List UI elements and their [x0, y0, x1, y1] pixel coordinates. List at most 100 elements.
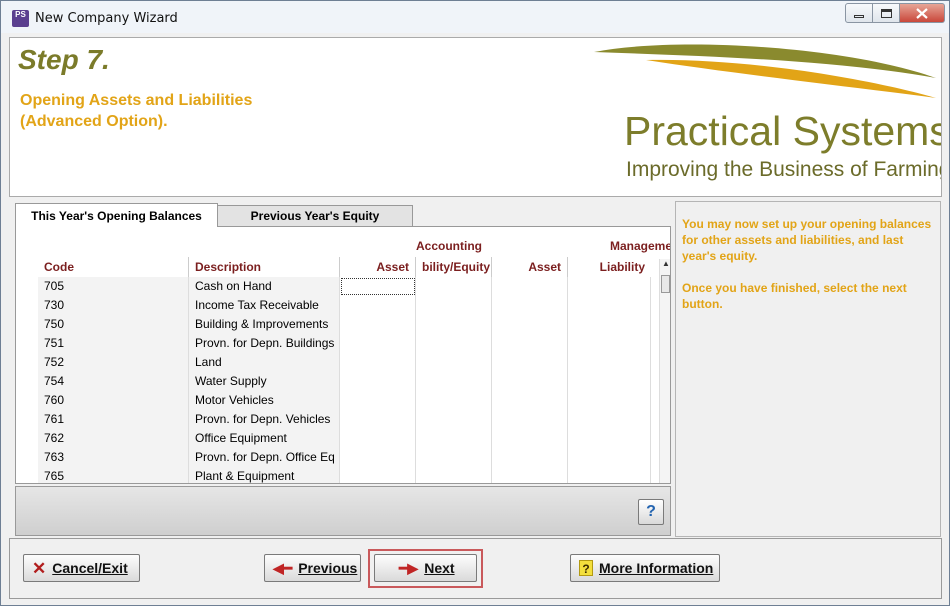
code-cell: 752: [38, 353, 189, 372]
accounting-liability-cell[interactable]: [416, 334, 492, 353]
accounting-asset-cell[interactable]: [340, 353, 416, 372]
accounting-liability-cell[interactable]: [416, 353, 492, 372]
accounting-asset-cell[interactable]: [340, 334, 416, 353]
app-icon: PS: [12, 10, 29, 27]
column-header-description[interactable]: Description: [189, 257, 340, 277]
question-icon: ?: [579, 560, 593, 576]
management-asset-cell[interactable]: [492, 296, 568, 315]
table-row: 762 Office Equipment: [38, 429, 651, 448]
management-liability-cell[interactable]: [568, 467, 651, 483]
management-liability-cell[interactable]: [568, 410, 651, 429]
management-liability-cell[interactable]: [568, 315, 651, 334]
management-liability-cell[interactable]: [568, 448, 651, 467]
accounting-liability-cell[interactable]: [416, 277, 492, 296]
balances-panel: This Year's Opening Balances Previous Ye…: [13, 201, 673, 537]
management-asset-cell[interactable]: [492, 315, 568, 334]
column-header-management-liability[interactable]: Liability: [568, 257, 651, 277]
accounting-liability-cell[interactable]: [416, 448, 492, 467]
group-header-accounting: Accounting: [416, 239, 482, 253]
cancel-exit-label: Cancel/Exit: [52, 560, 128, 576]
step-subtitle-line2: (Advanced Option).: [20, 113, 168, 130]
next-button[interactable]: ━▶ Next: [374, 554, 477, 582]
description-cell: Provn. for Depn. Vehicles: [189, 410, 340, 429]
accounting-asset-cell[interactable]: [340, 448, 416, 467]
tab-this-year[interactable]: This Year's Opening Balances: [15, 203, 218, 227]
column-header-management-asset[interactable]: Asset: [492, 257, 568, 277]
accounting-asset-cell[interactable]: [340, 429, 416, 448]
management-asset-cell[interactable]: [492, 429, 568, 448]
cancel-exit-button[interactable]: ✕ Cancel/Exit: [23, 554, 140, 582]
next-label: Next: [424, 560, 455, 576]
column-header-code[interactable]: Code: [38, 257, 189, 277]
table-row: 760 Motor Vehicles: [38, 391, 651, 410]
info-panel: You may now set up your opening balances…: [675, 201, 941, 537]
code-cell: 751: [38, 334, 189, 353]
accounting-asset-cell[interactable]: [340, 296, 416, 315]
window-controls: [845, 3, 945, 23]
grid-scrollbar[interactable]: ▲: [659, 259, 670, 483]
accounting-asset-cell[interactable]: [340, 277, 416, 296]
management-asset-cell[interactable]: [492, 448, 568, 467]
accounting-liability-cell[interactable]: [416, 467, 492, 483]
management-asset-cell[interactable]: [492, 391, 568, 410]
accounting-liability-cell[interactable]: [416, 410, 492, 429]
scroll-up-icon[interactable]: ▲: [662, 259, 670, 268]
description-cell: Income Tax Receivable: [189, 296, 340, 315]
description-cell: Provn. for Depn. Buildings: [189, 334, 340, 353]
management-asset-cell[interactable]: [492, 410, 568, 429]
maximize-icon: [880, 8, 892, 18]
more-information-label: More Information: [599, 560, 714, 576]
accounting-liability-cell[interactable]: [416, 429, 492, 448]
logo-tagline: Improving the Business of Farming: [626, 158, 942, 181]
accounting-asset-cell[interactable]: [340, 410, 416, 429]
column-headers: Code Description Asset bility/Equity Ass…: [38, 257, 651, 277]
description-cell: Provn. for Depn. Office Eq: [189, 448, 340, 467]
description-cell: Office Equipment: [189, 429, 340, 448]
table-row: 754 Water Supply: [38, 372, 651, 391]
accounting-liability-cell[interactable]: [416, 296, 492, 315]
management-liability-cell[interactable]: [568, 334, 651, 353]
more-information-button[interactable]: ? More Information: [570, 554, 720, 582]
management-liability-cell[interactable]: [568, 277, 651, 296]
accounting-liability-cell[interactable]: [416, 372, 492, 391]
management-asset-cell[interactable]: [492, 467, 568, 483]
code-cell: 760: [38, 391, 189, 410]
step-title: Step 7.: [18, 44, 110, 75]
tab-previous-year-equity[interactable]: Previous Year's Equity: [217, 205, 413, 227]
management-liability-cell[interactable]: [568, 372, 651, 391]
close-button[interactable]: [900, 3, 945, 23]
accounting-asset-cell[interactable]: [340, 467, 416, 483]
management-asset-cell[interactable]: [492, 353, 568, 372]
management-liability-cell[interactable]: [568, 296, 651, 315]
step-subtitle: Opening Assets and Liabilities (Advanced…: [20, 90, 320, 132]
info-text-1: You may now set up your opening balances…: [682, 217, 932, 263]
accounting-liability-cell[interactable]: [416, 391, 492, 410]
accounting-asset-cell[interactable]: [340, 391, 416, 410]
description-cell: Land: [189, 353, 340, 372]
management-liability-cell[interactable]: [568, 429, 651, 448]
management-liability-cell[interactable]: [568, 353, 651, 372]
button-bar: ✕ Cancel/Exit ◀━ Previous ━▶ Next ? More…: [9, 538, 942, 599]
scroll-thumb[interactable]: [661, 275, 670, 293]
step-subtitle-line1: Opening Assets and Liabilities: [20, 92, 253, 109]
table-row: 761 Provn. for Depn. Vehicles: [38, 410, 651, 429]
previous-button[interactable]: ◀━ Previous: [264, 554, 361, 582]
management-liability-cell[interactable]: [568, 391, 651, 410]
close-icon: [916, 7, 928, 19]
column-header-accounting-liability-equity[interactable]: bility/Equity: [416, 257, 492, 277]
maximize-button[interactable]: [873, 3, 900, 23]
column-header-accounting-asset[interactable]: Asset: [340, 257, 416, 277]
management-asset-cell[interactable]: [492, 277, 568, 296]
logo-leaf-icon: [594, 44, 936, 98]
management-asset-cell[interactable]: [492, 334, 568, 353]
cancel-x-icon: ✕: [32, 558, 47, 578]
code-cell: 765: [38, 467, 189, 483]
balances-grid: Accounting Management Code Description A…: [15, 226, 671, 484]
management-asset-cell[interactable]: [492, 372, 568, 391]
accounting-liability-cell[interactable]: [416, 315, 492, 334]
minimize-button[interactable]: [845, 3, 873, 23]
accounting-asset-cell[interactable]: [340, 372, 416, 391]
help-button[interactable]: ?: [638, 499, 664, 525]
table-row: 730 Income Tax Receivable: [38, 296, 651, 315]
accounting-asset-cell[interactable]: [340, 315, 416, 334]
